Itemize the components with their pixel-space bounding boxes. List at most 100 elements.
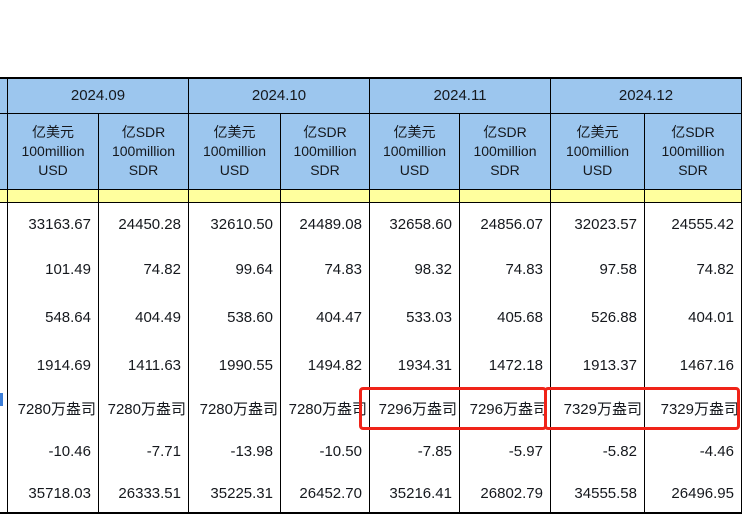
month-header-row: 2024.09 2024.10 2024.11 2024.12 xyxy=(0,78,742,113)
unit-line: 亿美元 xyxy=(189,123,280,142)
data-cell: 74.82 xyxy=(99,246,189,293)
data-cell: 533.03 xyxy=(370,293,460,342)
cutoff-column-sliver xyxy=(0,78,8,113)
month-header-2024-10: 2024.10 xyxy=(189,78,370,113)
data-cell: -7.85 xyxy=(370,428,460,474)
month-header-2024-12: 2024.12 xyxy=(551,78,742,113)
data-cell: 404.01 xyxy=(645,293,742,342)
unit-header-sdr: 亿SDR 100million SDR xyxy=(99,113,189,189)
data-cell: 26333.51 xyxy=(99,474,189,513)
data-cell: 32023.57 xyxy=(551,202,645,246)
data-cell: 74.83 xyxy=(281,246,370,293)
band-cell xyxy=(460,189,551,202)
table-row: 548.64 404.49 538.60 404.47 533.03 405.6… xyxy=(0,293,742,342)
data-cell: 97.58 xyxy=(551,246,645,293)
data-cell: -4.46 xyxy=(645,428,742,474)
unit-line: USD xyxy=(8,161,98,180)
unit-line: 100million xyxy=(370,142,459,161)
data-cell: -10.46 xyxy=(8,428,99,474)
unit-line: 100million xyxy=(460,142,550,161)
highlight-box-2024-11 xyxy=(359,387,547,430)
cutoff-column-sliver xyxy=(0,474,8,513)
band-cell xyxy=(189,189,281,202)
unit-line: 亿美元 xyxy=(8,123,98,142)
data-cell: 74.83 xyxy=(460,246,551,293)
data-cell: 1990.55 xyxy=(189,342,281,389)
data-cell: 1494.82 xyxy=(281,342,370,389)
unit-line: 亿SDR xyxy=(645,123,741,142)
data-cell: 526.88 xyxy=(551,293,645,342)
data-cell: 405.68 xyxy=(460,293,551,342)
unit-line: SDR xyxy=(281,161,369,180)
reserves-table: 2024.09 2024.10 2024.11 2024.12 亿美元 100m… xyxy=(0,77,742,514)
unit-header-usd: 亿美元 100million USD xyxy=(8,113,99,189)
data-cell: 7280万盎司 xyxy=(189,389,281,428)
unit-line: 100million xyxy=(281,142,369,161)
data-cell: 34555.58 xyxy=(551,474,645,513)
data-cell: 98.32 xyxy=(370,246,460,293)
data-cell: 35718.03 xyxy=(8,474,99,513)
unit-line: 100million xyxy=(189,142,280,161)
data-cell: 24856.07 xyxy=(460,202,551,246)
unit-line: USD xyxy=(189,161,280,180)
unit-line: 亿美元 xyxy=(551,123,644,142)
unit-line: 亿SDR xyxy=(460,123,550,142)
band-cell xyxy=(645,189,742,202)
data-cell: 24450.28 xyxy=(99,202,189,246)
unit-line: 100million xyxy=(99,142,188,161)
data-cell: 404.49 xyxy=(99,293,189,342)
data-cell: -5.82 xyxy=(551,428,645,474)
unit-line: SDR xyxy=(99,161,188,180)
unit-line: 100million xyxy=(645,142,741,161)
data-cell: 7280万盎司 xyxy=(281,389,370,428)
data-cell: 7280万盎司 xyxy=(8,389,99,428)
unit-line: 亿SDR xyxy=(281,123,369,142)
cutoff-column-sliver xyxy=(0,189,8,202)
data-cell: 1411.63 xyxy=(99,342,189,389)
unit-header-usd: 亿美元 100million USD xyxy=(189,113,281,189)
band-cell xyxy=(281,189,370,202)
cutoff-column-sliver xyxy=(0,246,8,293)
data-cell: 24489.08 xyxy=(281,202,370,246)
table-row: 33163.67 24450.28 32610.50 24489.08 3265… xyxy=(0,202,742,246)
unit-line: 100million xyxy=(551,142,644,161)
data-cell: -5.97 xyxy=(460,428,551,474)
data-cell: 1472.18 xyxy=(460,342,551,389)
unit-line: 亿SDR xyxy=(99,123,188,142)
data-cell: 26496.95 xyxy=(645,474,742,513)
data-cell: 26802.79 xyxy=(460,474,551,513)
data-cell: 7280万盎司 xyxy=(99,389,189,428)
data-cell: 548.64 xyxy=(8,293,99,342)
unit-header-sdr: 亿SDR 100million SDR xyxy=(281,113,370,189)
band-cell xyxy=(551,189,645,202)
band-cell xyxy=(370,189,460,202)
data-cell: -7.71 xyxy=(99,428,189,474)
data-cell: 35216.41 xyxy=(370,474,460,513)
data-cell: 33163.67 xyxy=(8,202,99,246)
unit-header-sdr: 亿SDR 100million SDR xyxy=(645,113,742,189)
unit-header-usd: 亿美元 100million USD xyxy=(551,113,645,189)
cutoff-blue-mark xyxy=(0,393,3,406)
cutoff-column-sliver xyxy=(0,342,8,389)
month-header-2024-11: 2024.11 xyxy=(370,78,551,113)
highlight-box-2024-12 xyxy=(544,387,740,430)
band-cell xyxy=(8,189,99,202)
unit-header-usd: 亿美元 100million USD xyxy=(370,113,460,189)
yellow-separator-row xyxy=(0,189,742,202)
data-cell: 1913.37 xyxy=(551,342,645,389)
unit-line: USD xyxy=(551,161,644,180)
data-cell: 35225.31 xyxy=(189,474,281,513)
data-cell: -10.50 xyxy=(281,428,370,474)
data-cell: 24555.42 xyxy=(645,202,742,246)
cutoff-column-sliver xyxy=(0,293,8,342)
unit-line: USD xyxy=(370,161,459,180)
data-cell: 1934.31 xyxy=(370,342,460,389)
data-cell: 404.47 xyxy=(281,293,370,342)
cutoff-column-sliver xyxy=(0,113,8,189)
data-cell: 26452.70 xyxy=(281,474,370,513)
data-cell: 538.60 xyxy=(189,293,281,342)
unit-line: 亿美元 xyxy=(370,123,459,142)
cutoff-column-sliver xyxy=(0,428,8,474)
data-cell: 32658.60 xyxy=(370,202,460,246)
month-header-2024-09: 2024.09 xyxy=(8,78,189,113)
